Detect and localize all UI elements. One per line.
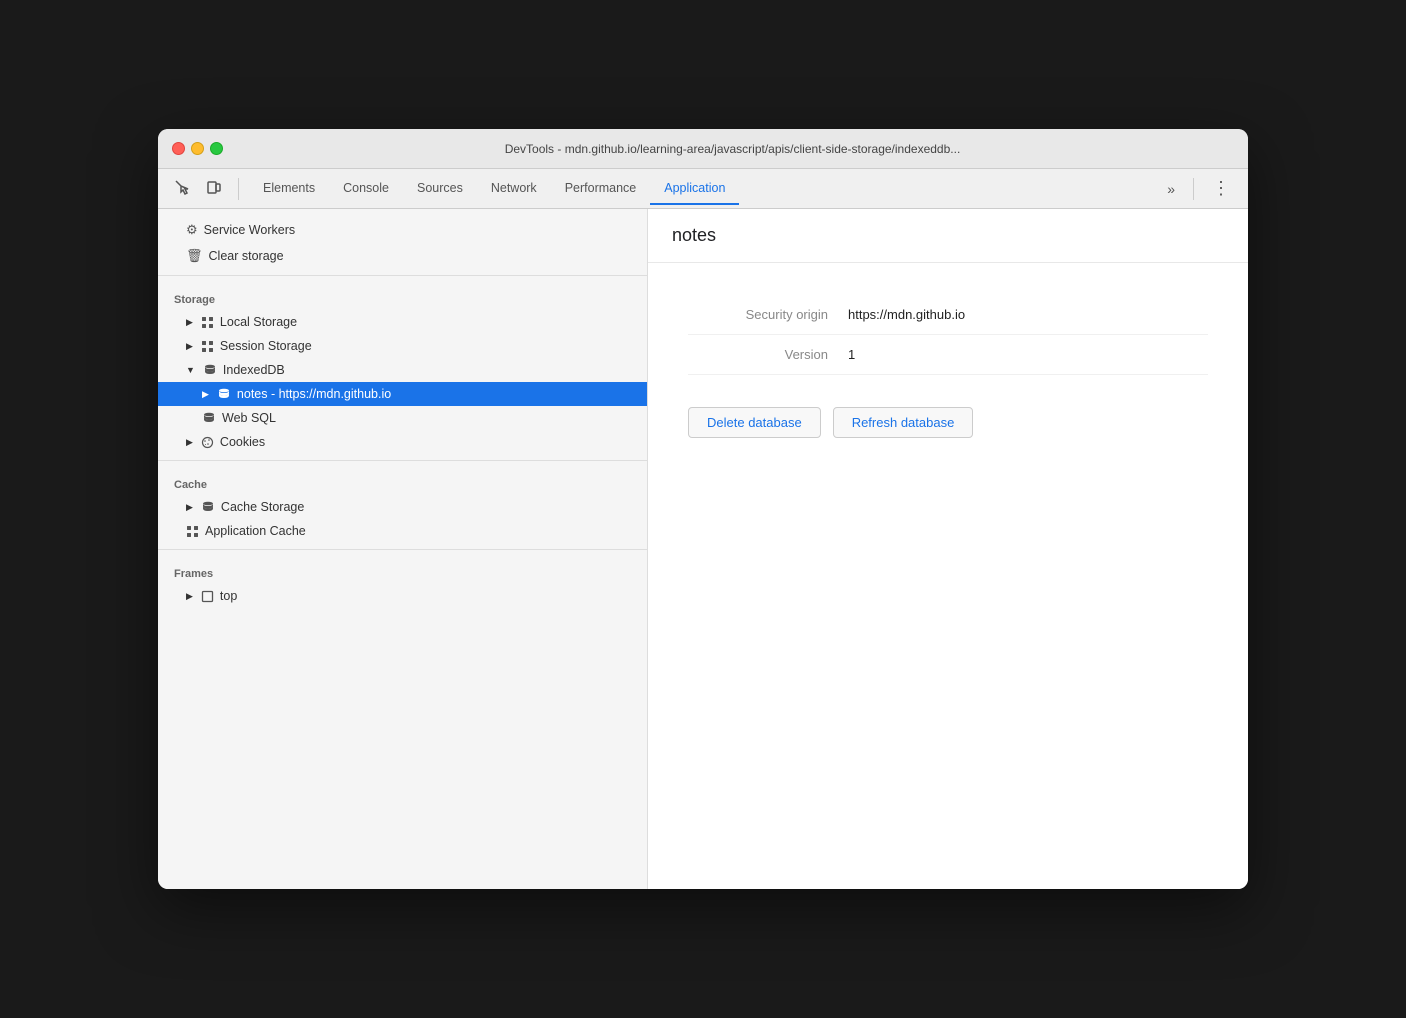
action-buttons: Delete database Refresh database: [688, 407, 1208, 438]
db-icon: [201, 500, 215, 514]
grid-icon: [201, 316, 214, 329]
sidebar-item-label: Service Workers: [204, 223, 295, 237]
grid-icon: [186, 525, 199, 538]
sidebar-item-cookies[interactable]: ▶ Cookies: [158, 430, 647, 454]
db-icon: [202, 411, 216, 425]
title-bar: DevTools - mdn.github.io/learning-area/j…: [158, 129, 1248, 169]
sidebar-item-label: notes - https://mdn.github.io: [237, 387, 391, 401]
sidebar: ⚙ Service Workers 🗑 Clear storage Storag…: [158, 209, 648, 889]
toolbar: Elements Console Sources Network Perform…: [158, 169, 1248, 209]
gear-icon: ⚙: [186, 222, 198, 238]
security-origin-label: Security origin: [688, 307, 848, 322]
security-origin-value: https://mdn.github.io: [848, 307, 965, 322]
version-label: Version: [688, 347, 848, 362]
sidebar-item-local-storage[interactable]: ▶ Local Storage: [158, 310, 647, 334]
sidebar-item-label: Session Storage: [220, 339, 312, 353]
device-toggle-button[interactable]: [200, 175, 228, 203]
inspector-icon-button[interactable]: [168, 175, 196, 203]
sidebar-item-label: Cache Storage: [221, 500, 304, 514]
content-header: notes: [648, 209, 1248, 263]
sidebar-item-label: Application Cache: [205, 524, 306, 538]
sidebar-item-label: top: [220, 589, 237, 603]
maximize-button[interactable]: [210, 142, 223, 155]
sidebar-item-session-storage[interactable]: ▶ Session Storage: [158, 334, 647, 358]
chevron-right-icon: ▶: [186, 502, 193, 513]
toolbar-separator: [238, 178, 239, 200]
chevron-down-icon: ▼: [186, 365, 195, 375]
inspector-icon: [174, 179, 190, 198]
menu-button[interactable]: ⋮: [1204, 174, 1238, 203]
version-row: Version 1: [688, 335, 1208, 375]
db-icon: [217, 387, 231, 401]
refresh-database-button[interactable]: Refresh database: [833, 407, 974, 438]
sidebar-item-application-cache[interactable]: Application Cache: [158, 519, 647, 543]
grid-icon: [201, 340, 214, 353]
storage-section-label: Storage: [158, 282, 647, 310]
chevron-right-icon: ▶: [186, 341, 193, 352]
sidebar-item-top-frame[interactable]: ▶ top: [158, 584, 647, 608]
chevron-right-icon: ▶: [186, 437, 193, 448]
delete-database-button[interactable]: Delete database: [688, 407, 821, 438]
sidebar-item-service-workers[interactable]: ⚙ Service Workers: [158, 217, 647, 243]
frame-icon: [201, 590, 214, 603]
divider-3: [158, 549, 647, 550]
sidebar-item-cache-storage[interactable]: ▶ Cache Storage: [158, 495, 647, 519]
tab-performance[interactable]: Performance: [551, 173, 651, 205]
trash-icon: 🗑: [186, 248, 203, 264]
divider-1: [158, 275, 647, 276]
minimize-button[interactable]: [191, 142, 204, 155]
cookie-icon: [201, 436, 214, 449]
chevron-right-icon: ▶: [186, 317, 193, 328]
sidebar-item-notes-db[interactable]: ▶ notes - https://mdn.github.io: [158, 382, 647, 406]
sidebar-item-label: Clear storage: [209, 249, 284, 263]
content-panel: notes Security origin https://mdn.github…: [648, 209, 1248, 889]
content-body: Security origin https://mdn.github.io Ve…: [648, 263, 1248, 889]
close-button[interactable]: [172, 142, 185, 155]
tab-application[interactable]: Application: [650, 173, 739, 205]
info-table: Security origin https://mdn.github.io Ve…: [688, 295, 1208, 375]
more-tabs-button[interactable]: »: [1159, 177, 1183, 201]
frames-section-label: Frames: [158, 556, 647, 584]
sidebar-item-clear-storage[interactable]: 🗑 Clear storage: [158, 243, 647, 269]
chevron-right-icon: ▶: [186, 591, 193, 602]
tab-sources[interactable]: Sources: [403, 173, 477, 205]
cache-section-label: Cache: [158, 467, 647, 495]
traffic-lights: [172, 142, 223, 155]
tab-console[interactable]: Console: [329, 173, 403, 205]
toolbar-tabs: Elements Console Sources Network Perform…: [249, 173, 1155, 205]
devtools-window: DevTools - mdn.github.io/learning-area/j…: [158, 129, 1248, 889]
sidebar-item-label: Cookies: [220, 435, 265, 449]
device-icon: [206, 179, 222, 198]
chevron-right-icon: ▶: [202, 389, 209, 400]
sidebar-item-label: Local Storage: [220, 315, 297, 329]
window-title: DevTools - mdn.github.io/learning-area/j…: [231, 142, 1234, 156]
toolbar-separator-2: [1193, 178, 1194, 200]
main-area: ⚙ Service Workers 🗑 Clear storage Storag…: [158, 209, 1248, 889]
tab-network[interactable]: Network: [477, 173, 551, 205]
version-value: 1: [848, 347, 855, 362]
sidebar-item-web-sql[interactable]: Web SQL: [158, 406, 647, 430]
sidebar-item-label: IndexedDB: [223, 363, 285, 377]
db-icon: [203, 363, 217, 377]
tab-elements[interactable]: Elements: [249, 173, 329, 205]
sidebar-item-label: Web SQL: [222, 411, 276, 425]
security-origin-row: Security origin https://mdn.github.io: [688, 295, 1208, 335]
sidebar-item-indexeddb[interactable]: ▼ IndexedDB: [158, 358, 647, 382]
content-title: notes: [672, 225, 1224, 246]
divider-2: [158, 460, 647, 461]
